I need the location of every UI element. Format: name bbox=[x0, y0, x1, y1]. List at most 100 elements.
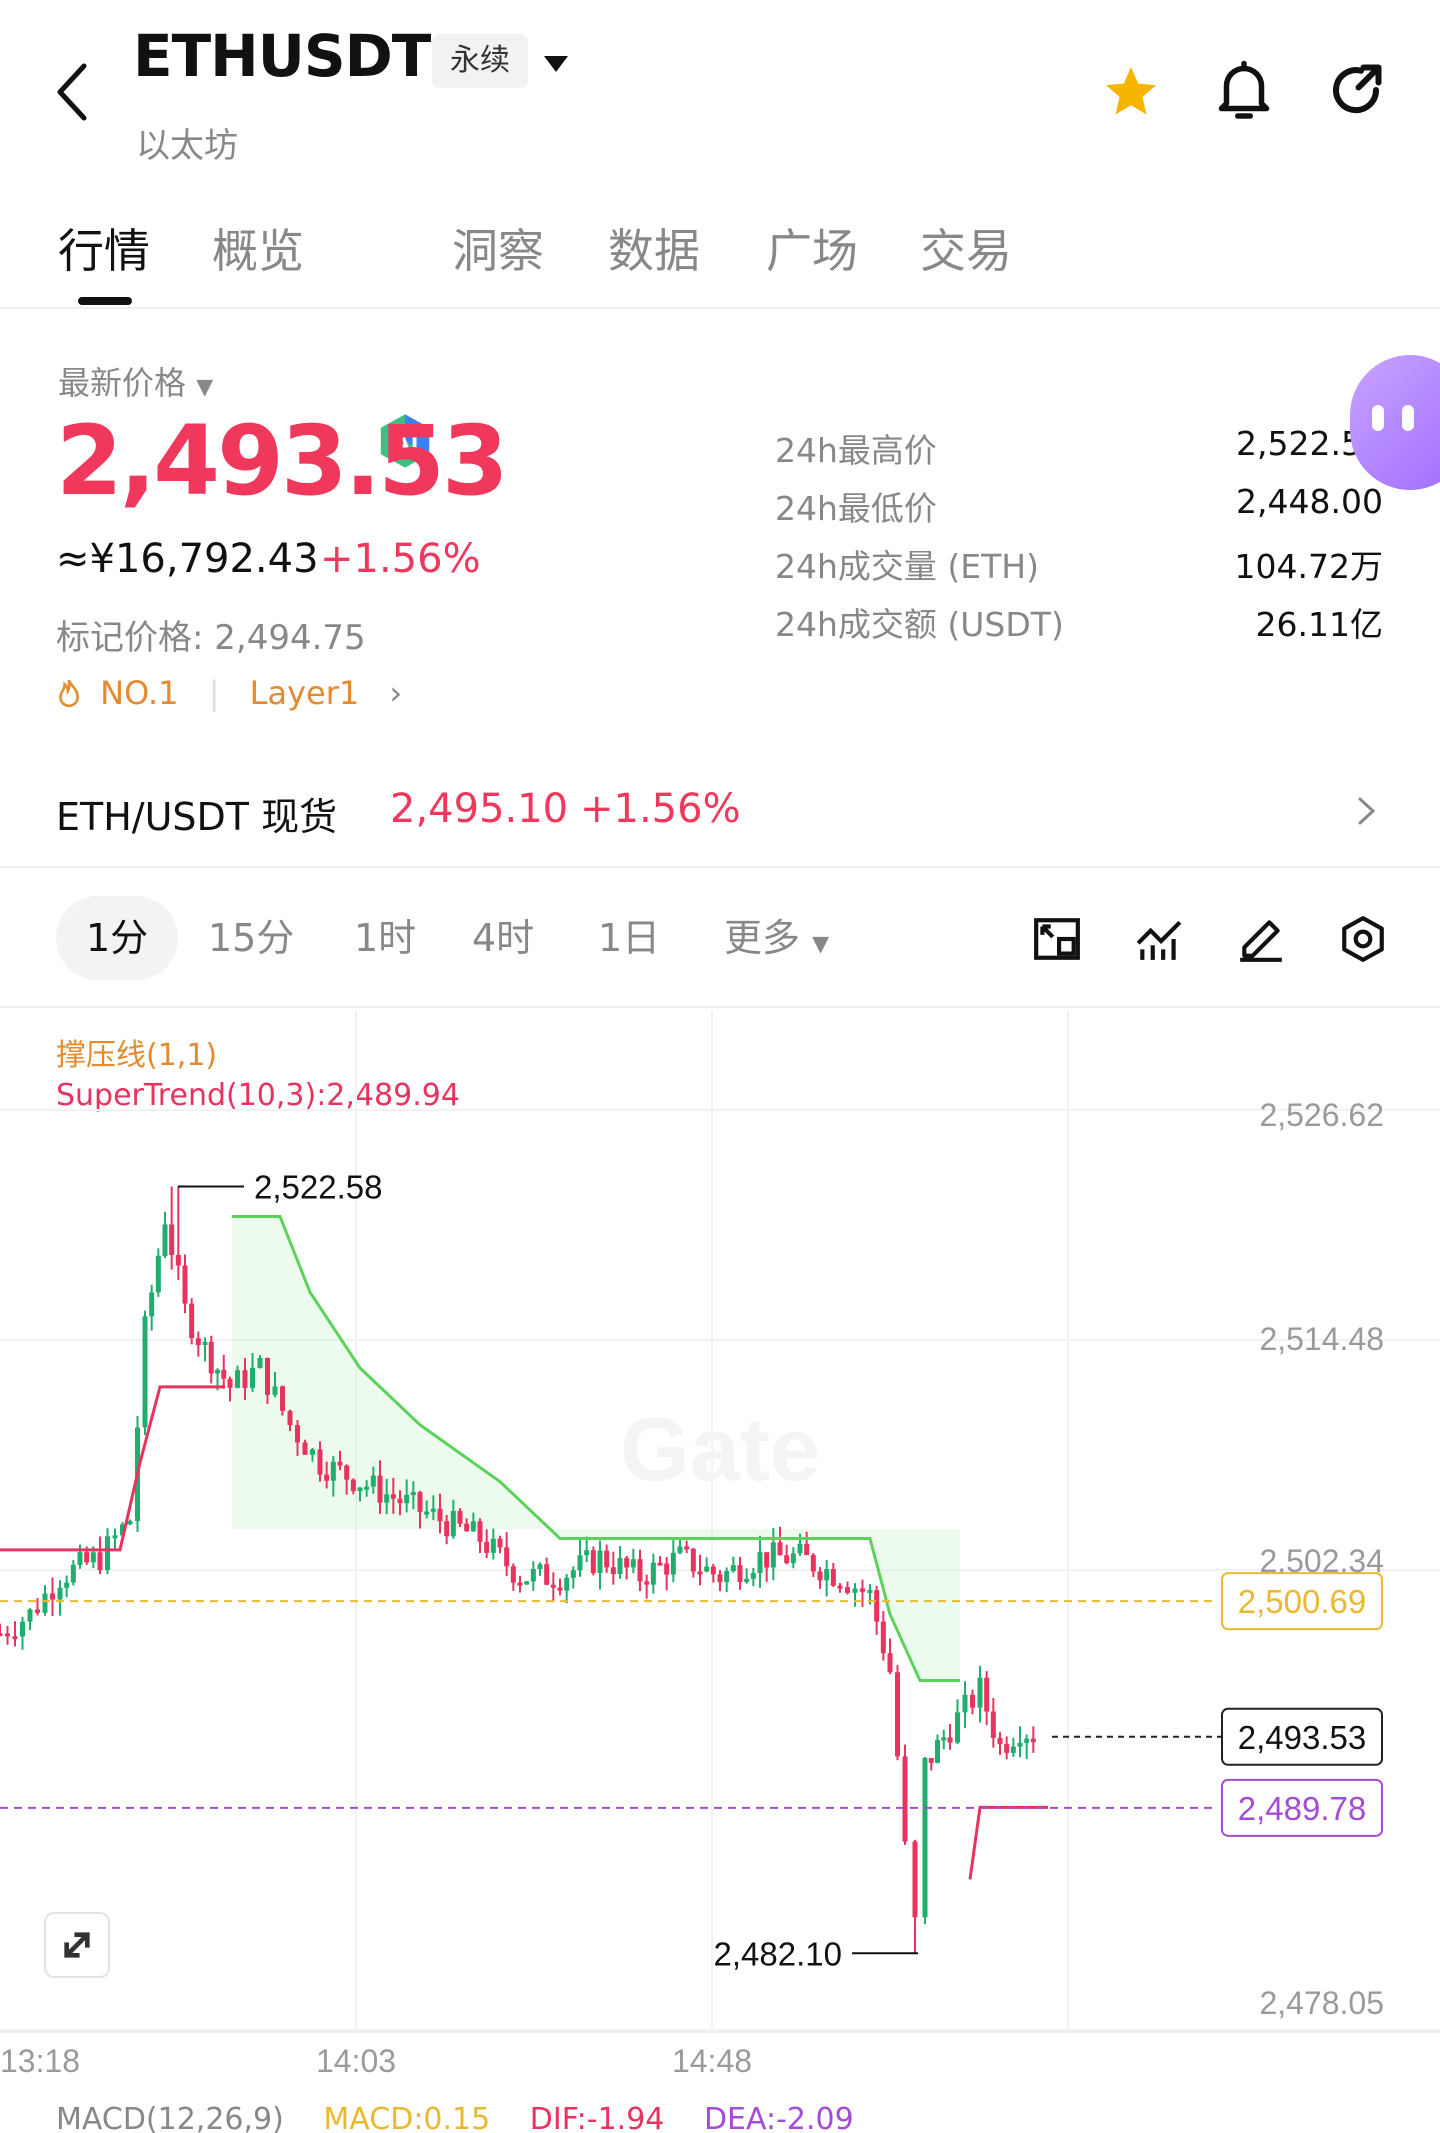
candle-body bbox=[817, 1571, 823, 1581]
tab-data[interactable]: 数据 bbox=[608, 215, 700, 281]
candle-body bbox=[550, 1584, 556, 1588]
candle-body bbox=[764, 1552, 770, 1568]
caret-down-icon: ▼ bbox=[812, 932, 830, 957]
candle-body bbox=[97, 1552, 103, 1571]
ai-assistant-bubble[interactable] bbox=[1350, 355, 1440, 490]
candle-body bbox=[557, 1587, 563, 1591]
candle-body bbox=[424, 1511, 430, 1515]
tab-overview[interactable]: 概览 bbox=[212, 215, 304, 281]
candle-body bbox=[357, 1487, 363, 1492]
candle-body bbox=[162, 1224, 168, 1256]
candle-body bbox=[697, 1571, 703, 1575]
candle-body bbox=[477, 1521, 483, 1542]
candle-body bbox=[215, 1369, 220, 1374]
candle-body bbox=[710, 1566, 716, 1575]
latest-price-label[interactable]: 最新价格 ▼ bbox=[58, 358, 213, 404]
candle-body bbox=[5, 1633, 10, 1637]
contract-type-badge: 永续 bbox=[432, 34, 528, 88]
candle-body bbox=[604, 1550, 610, 1568]
candle-body bbox=[584, 1550, 590, 1556]
stat-volume-label: 24h成交量 (ETH) bbox=[775, 547, 1039, 586]
settings-icon[interactable] bbox=[1338, 914, 1388, 964]
timeframe-15m[interactable]: 15分 bbox=[208, 896, 294, 980]
candle-body bbox=[50, 1593, 55, 1600]
candle-body bbox=[830, 1569, 836, 1586]
tab-trade[interactable]: 交易 bbox=[920, 215, 1012, 281]
candle-body bbox=[617, 1558, 623, 1575]
spot-pair-label[interactable]: ETH/USDT 现货 bbox=[56, 786, 337, 841]
sector-label: Layer1 bbox=[249, 674, 360, 712]
candle-body bbox=[112, 1535, 118, 1539]
expand-icon bbox=[64, 1932, 90, 1958]
tab-insight[interactable]: 洞察 bbox=[452, 215, 544, 281]
candle-body bbox=[1017, 1742, 1023, 1747]
candle-body bbox=[1004, 1744, 1010, 1753]
candle-body bbox=[330, 1461, 336, 1481]
candle-body bbox=[235, 1370, 240, 1388]
candle-body bbox=[410, 1492, 416, 1496]
active-tab-indicator bbox=[78, 297, 132, 305]
back-icon[interactable] bbox=[52, 60, 92, 124]
candle-body bbox=[935, 1740, 940, 1763]
candle-body bbox=[242, 1370, 248, 1388]
timeframe-1m[interactable]: 1分 bbox=[56, 896, 179, 980]
candle-body bbox=[437, 1508, 443, 1522]
candle-body bbox=[990, 1711, 996, 1738]
timeframe-1d[interactable]: 1日 bbox=[598, 896, 660, 980]
candle-body bbox=[887, 1653, 893, 1673]
candle-body bbox=[195, 1338, 201, 1346]
candle-body bbox=[12, 1636, 18, 1640]
candle-body bbox=[704, 1566, 710, 1572]
candle-body bbox=[530, 1569, 536, 1582]
x-tick-label: 14:48 bbox=[672, 2043, 752, 2079]
tab-square[interactable]: 广场 bbox=[766, 215, 858, 281]
chevron-right-icon[interactable] bbox=[1356, 795, 1378, 827]
candle-body bbox=[650, 1562, 656, 1585]
symbol-title[interactable]: ETHUSDT bbox=[133, 22, 431, 90]
candle-body bbox=[35, 1609, 40, 1613]
candle-body bbox=[169, 1224, 175, 1255]
draw-pencil-icon[interactable] bbox=[1236, 914, 1286, 964]
favorite-star-icon[interactable] bbox=[1100, 62, 1162, 122]
chevron-right-icon: › bbox=[389, 674, 403, 712]
candle-body bbox=[490, 1538, 496, 1553]
last-price: 2,493.53 bbox=[56, 405, 509, 517]
spot-price: 2,495.10 bbox=[390, 786, 569, 832]
symbol-subtitle: 以太坊 bbox=[136, 126, 238, 166]
section-divider bbox=[0, 866, 1440, 868]
indicator-icon[interactable] bbox=[1134, 914, 1184, 964]
timeframe-4h[interactable]: 4时 bbox=[472, 896, 534, 980]
candle-body bbox=[175, 1254, 181, 1266]
timeframe-1h[interactable]: 1时 bbox=[354, 896, 416, 980]
x-tick-label: 14:03 bbox=[316, 2043, 396, 2079]
candle-body bbox=[227, 1378, 233, 1388]
candle-body bbox=[902, 1756, 908, 1842]
section-divider bbox=[0, 1006, 1440, 1008]
tab-market[interactable]: 行情 bbox=[58, 215, 150, 281]
candle-body bbox=[790, 1553, 796, 1564]
candle-body bbox=[182, 1265, 188, 1304]
candlestick-chart[interactable]: Gate 2,526.622,514.482,502.342,478.0513:… bbox=[0, 1010, 1440, 2100]
y-tick-label: 2,478.05 bbox=[1259, 1985, 1384, 2021]
candle-body bbox=[404, 1495, 410, 1504]
rank-tags[interactable]: NO.1 | Layer1 › bbox=[56, 674, 402, 712]
candle-body bbox=[484, 1541, 490, 1553]
candle-body bbox=[0, 1633, 3, 1637]
fullscreen-button[interactable] bbox=[44, 1912, 110, 1978]
chart-layout-icon[interactable] bbox=[1032, 914, 1082, 964]
candle-body bbox=[941, 1737, 947, 1741]
candle-body bbox=[1030, 1738, 1036, 1743]
candle-body bbox=[962, 1694, 968, 1713]
candle-body bbox=[997, 1737, 1003, 1745]
timeframe-more[interactable]: 更多 ▼ bbox=[724, 896, 829, 980]
candle-body bbox=[784, 1555, 790, 1564]
share-icon[interactable] bbox=[1326, 60, 1386, 120]
symbol-dropdown-icon[interactable] bbox=[542, 54, 570, 74]
candle-body bbox=[717, 1574, 723, 1583]
bell-icon[interactable] bbox=[1214, 58, 1274, 124]
stat-turnover-value: 26.11亿 bbox=[1255, 605, 1383, 644]
candle-body bbox=[189, 1303, 195, 1339]
candle-body bbox=[517, 1582, 523, 1586]
candle-body bbox=[127, 1521, 133, 1525]
candle-body bbox=[837, 1585, 843, 1589]
